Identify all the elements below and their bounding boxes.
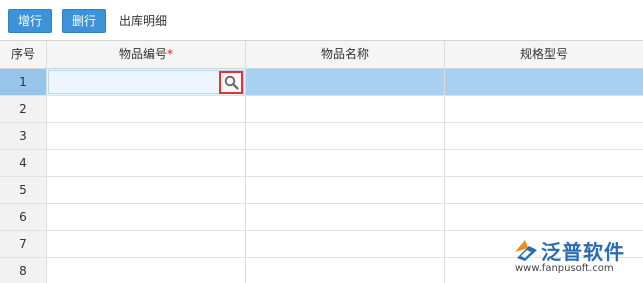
column-header-spec: 规格型号 bbox=[519, 47, 568, 61]
item-name-cell[interactable] bbox=[246, 231, 445, 257]
row-index: 4 bbox=[0, 150, 47, 176]
toolbar: 增行 删行 出库明细 bbox=[0, 0, 643, 40]
item-name-cell[interactable] bbox=[246, 204, 445, 230]
item-lookup-button[interactable] bbox=[219, 71, 243, 94]
add-row-button[interactable]: 增行 bbox=[8, 9, 53, 33]
brand-url: www.fanpusoft.com bbox=[515, 263, 614, 274]
item-name-cell[interactable] bbox=[246, 96, 445, 122]
item-name-cell[interactable] bbox=[246, 150, 445, 176]
required-mark: * bbox=[167, 47, 173, 61]
row-index: 2 bbox=[0, 96, 47, 122]
spec-cell[interactable] bbox=[445, 96, 643, 122]
spec-cell[interactable] bbox=[445, 123, 643, 149]
column-header-index: 序号 bbox=[0, 41, 47, 68]
column-header-item-name: 物品名称 bbox=[246, 41, 445, 68]
item-code-input[interactable] bbox=[48, 70, 244, 94]
item-code-cell[interactable] bbox=[47, 204, 246, 230]
item-name-cell[interactable] bbox=[246, 69, 445, 95]
item-code-cell[interactable] bbox=[47, 96, 246, 122]
table-row[interactable]: 3 bbox=[0, 123, 643, 150]
item-code-cell[interactable] bbox=[47, 150, 246, 176]
item-name-cell[interactable] bbox=[246, 123, 445, 149]
row-index: 6 bbox=[0, 204, 47, 230]
row-index: 7 bbox=[0, 231, 47, 257]
spec-cell[interactable] bbox=[445, 204, 643, 230]
table-row[interactable]: 6 bbox=[0, 204, 643, 231]
row-index: 1 bbox=[0, 69, 47, 95]
brand-logo-icon bbox=[515, 240, 537, 261]
search-icon bbox=[224, 75, 239, 90]
table-row[interactable]: 4 bbox=[0, 150, 643, 177]
row-index: 5 bbox=[0, 177, 47, 203]
item-code-cell[interactable] bbox=[47, 69, 246, 95]
spec-cell[interactable] bbox=[445, 150, 643, 176]
table-row[interactable]: 1 bbox=[0, 69, 643, 96]
item-name-cell[interactable] bbox=[246, 177, 445, 203]
spec-cell[interactable] bbox=[445, 177, 643, 203]
row-index: 3 bbox=[0, 123, 47, 149]
brand-name: 泛普软件 bbox=[541, 240, 625, 264]
item-code-cell[interactable] bbox=[47, 231, 246, 257]
item-code-cell[interactable] bbox=[47, 177, 246, 203]
column-header-item-code: 物品编号* bbox=[47, 41, 246, 68]
item-code-cell[interactable] bbox=[47, 258, 246, 283]
table-row[interactable]: 2 bbox=[0, 96, 643, 123]
brand-watermark: 泛普软件 www.fanpusoft.com bbox=[513, 236, 639, 280]
row-index: 8 bbox=[0, 258, 47, 283]
section-title: 出库明细 bbox=[119, 14, 168, 28]
item-name-cell[interactable] bbox=[246, 258, 445, 283]
table-header: 序号 物品编号* 物品名称 规格型号 bbox=[0, 41, 643, 69]
item-code-cell[interactable] bbox=[47, 123, 246, 149]
delete-row-button[interactable]: 删行 bbox=[62, 9, 107, 33]
table-row[interactable]: 5 bbox=[0, 177, 643, 204]
spec-cell[interactable] bbox=[445, 69, 643, 95]
